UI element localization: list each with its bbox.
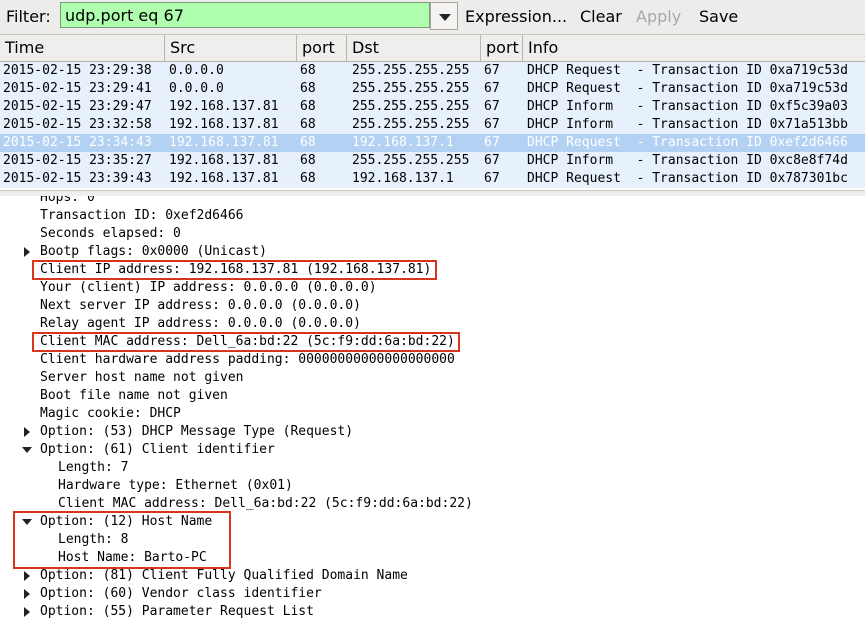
- cell-time: 2015-02-15 23:35:27: [3, 153, 152, 168]
- column-header-info[interactable]: Info: [523, 35, 865, 61]
- tree-item[interactable]: Bootp flags: 0x0000 (Unicast): [40, 243, 267, 261]
- packet-row[interactable]: 2015-02-15 23:34:43 192.168.137.81 68 192.1…: [0, 134, 865, 153]
- cell-info: DHCP Request - Transaction ID 0x787301bc: [527, 171, 848, 186]
- cell-dst-port: 67: [484, 171, 500, 186]
- cell-src-port: 68: [300, 99, 316, 114]
- cell-dst: 255.255.255.255: [352, 117, 470, 132]
- cell-dst: 255.255.255.255: [352, 153, 470, 168]
- cell-src-port: 68: [300, 81, 316, 96]
- tree-item[interactable]: Next server IP address: 0.0.0.0 (0.0.0.0…: [40, 297, 361, 315]
- cell-time: 2015-02-15 23:29:38: [3, 63, 152, 78]
- triangle-down-icon[interactable]: [22, 447, 32, 453]
- tree-item[interactable]: Hardware type: Ethernet (0x01): [58, 477, 293, 495]
- triangle-right-icon[interactable]: [24, 247, 30, 257]
- tree-item[interactable]: Option: (61) Client identifier: [40, 441, 275, 459]
- cell-dst: 255.255.255.255: [352, 99, 470, 114]
- cell-dst-port: 67: [484, 99, 500, 114]
- tree-item[interactable]: Seconds elapsed: 0: [40, 225, 181, 243]
- cell-info: DHCP Inform - Transaction ID 0x71a513bb: [527, 117, 848, 132]
- packet-row[interactable]: 2015-02-15 23:29:41 0.0.0.0 68 255.255.255.…: [0, 80, 865, 99]
- chevron-down-icon: [439, 14, 451, 21]
- cell-time: 2015-02-15 23:32:58: [3, 117, 152, 132]
- column-header-dst[interactable]: Dst: [347, 35, 481, 61]
- tree-item[interactable]: Boot file name not given: [40, 387, 228, 405]
- cell-time: 2015-02-15 23:39:43: [3, 171, 152, 186]
- column-header-dst-port[interactable]: port: [481, 35, 523, 61]
- tree-item[interactable]: Client hardware address padding: 0000000…: [40, 351, 455, 369]
- apply-button[interactable]: Apply: [636, 7, 681, 26]
- cell-dst: 192.168.137.1: [352, 171, 454, 186]
- tree-item[interactable]: Option: (53) DHCP Message Type (Request): [40, 423, 353, 441]
- cell-time: 2015-02-15 23:34:43: [3, 135, 152, 150]
- tree-item[interactable]: Option: (81) Client Fully Qualified Doma…: [40, 567, 408, 585]
- cell-dst-port: 67: [484, 153, 500, 168]
- tree-item[interactable]: Relay agent IP address: 0.0.0.0 (0.0.0.0…: [40, 315, 361, 333]
- cell-dst-port: 67: [484, 63, 500, 78]
- clear-button[interactable]: Clear: [580, 7, 622, 26]
- cell-info: DHCP Request - Transaction ID 0xef2d6466: [527, 135, 848, 150]
- cell-src: 0.0.0.0: [169, 63, 224, 78]
- tree-item[interactable]: Length: 7: [58, 459, 128, 477]
- cell-src-port: 68: [300, 171, 316, 186]
- cell-src: 192.168.137.81: [169, 117, 279, 132]
- cell-dst-port: 67: [484, 135, 500, 150]
- cell-src: 192.168.137.81: [169, 153, 279, 168]
- cell-src: 192.168.137.81: [169, 171, 279, 186]
- triangle-right-icon[interactable]: [24, 571, 30, 581]
- packet-row[interactable]: 2015-02-15 23:29:47 192.168.137.81 68 255.2…: [0, 98, 865, 117]
- packet-row[interactable]: 2015-02-15 23:32:58 192.168.137.81 68 255.2…: [0, 116, 865, 135]
- tree-item[interactable]: Magic cookie: DHCP: [40, 405, 181, 423]
- triangle-right-icon[interactable]: [24, 427, 30, 437]
- column-header-src-port[interactable]: port: [297, 35, 347, 61]
- tree-item[interactable]: Your (client) IP address: 0.0.0.0 (0.0.0…: [40, 279, 377, 297]
- filter-dropdown-button[interactable]: [430, 2, 458, 30]
- cell-src-port: 68: [300, 135, 316, 150]
- packet-row[interactable]: 2015-02-15 23:35:27 192.168.137.81 68 255.2…: [0, 152, 865, 171]
- cell-info: DHCP Inform - Transaction ID 0xc8e8f74d: [527, 153, 848, 168]
- tree-item[interactable]: Transaction ID: 0xef2d6466: [40, 207, 244, 225]
- packet-details-tree[interactable]: Hops: 0 Transaction ID: 0xef2d6466 Seconds…: [0, 196, 865, 620]
- cell-src-port: 68: [300, 63, 316, 78]
- save-button[interactable]: Save: [699, 7, 738, 26]
- cell-src: 0.0.0.0: [169, 81, 224, 96]
- tree-item[interactable]: Hops: 0: [40, 196, 95, 207]
- tree-item[interactable]: Option: (55) Parameter Request List: [40, 603, 314, 620]
- cell-src: 192.168.137.81: [169, 135, 279, 150]
- packet-list[interactable]: 2015-02-15 23:29:38 0.0.0.0 68 255.255.255.…: [0, 62, 865, 189]
- filter-input[interactable]: udp.port eq 67: [60, 2, 430, 28]
- cell-dst-port: 67: [484, 81, 500, 96]
- triangle-right-icon[interactable]: [24, 607, 30, 617]
- cell-dst: 192.168.137.1: [352, 135, 454, 150]
- cell-src-port: 68: [300, 117, 316, 132]
- cell-info: DHCP Request - Transaction ID 0xa719c53d: [527, 63, 848, 78]
- column-header-src[interactable]: Src: [165, 35, 297, 61]
- filter-toolbar: Filter: udp.port eq 67 Expression... Cle…: [0, 0, 865, 35]
- cell-src: 192.168.137.81: [169, 99, 279, 114]
- tree-item[interactable]: Server host name not given: [40, 369, 244, 387]
- cell-dst: 255.255.255.255: [352, 81, 470, 96]
- cell-dst: 255.255.255.255: [352, 63, 470, 78]
- expression-button[interactable]: Expression...: [465, 7, 567, 26]
- cell-info: DHCP Request - Transaction ID 0xa719c53d: [527, 81, 848, 96]
- cell-info: DHCP Inform - Transaction ID 0xf5c39a03: [527, 99, 848, 114]
- highlight-box: [32, 332, 461, 352]
- tree-item[interactable]: Option: (60) Vendor class identifier: [40, 585, 322, 603]
- cell-time: 2015-02-15 23:29:47: [3, 99, 152, 114]
- highlight-box: [13, 511, 231, 569]
- cell-src-port: 68: [300, 153, 316, 168]
- filter-label: Filter:: [6, 7, 51, 26]
- highlight-box: [32, 260, 437, 280]
- cell-dst-port: 67: [484, 117, 500, 132]
- cell-time: 2015-02-15 23:29:41: [3, 81, 152, 96]
- column-header-time[interactable]: Time: [0, 35, 165, 61]
- packet-list-header: Time Src port Dst port Info: [0, 35, 865, 62]
- triangle-right-icon[interactable]: [24, 589, 30, 599]
- packet-row[interactable]: 2015-02-15 23:29:38 0.0.0.0 68 255.255.255.…: [0, 62, 865, 81]
